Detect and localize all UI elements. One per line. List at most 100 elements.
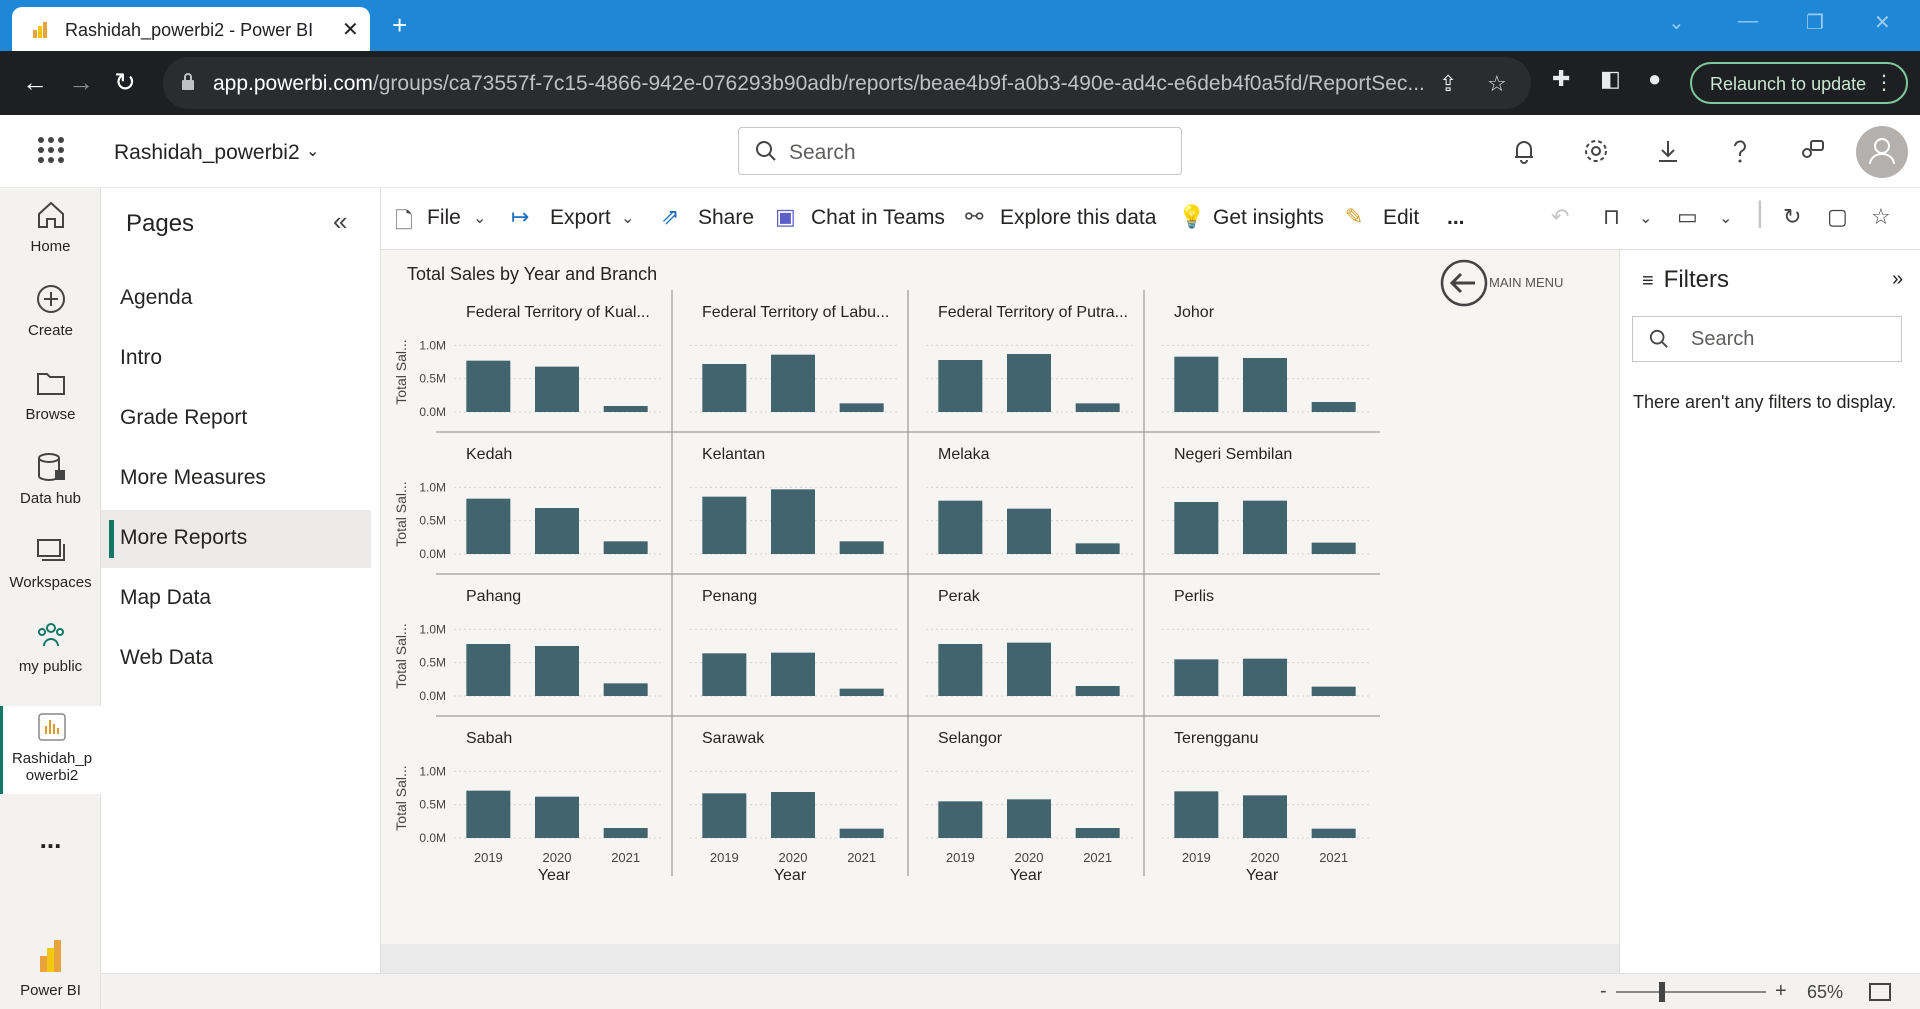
home-icon bbox=[37, 201, 64, 228]
gear-icon[interactable] bbox=[1582, 137, 1610, 165]
fit-to-page-icon[interactable] bbox=[1869, 983, 1891, 1001]
view-icon[interactable]: ▭ bbox=[1677, 204, 1698, 230]
reload-icon[interactable]: ↻ bbox=[114, 67, 136, 98]
collapse-pages-icon[interactable]: « bbox=[333, 206, 347, 237]
profile-icon[interactable]: ● bbox=[1648, 66, 1661, 92]
y-axis-label: Total Sal... bbox=[393, 765, 409, 830]
nav-create[interactable]: Create bbox=[0, 282, 101, 339]
chevron-down-icon[interactable]: ⌄ bbox=[1639, 208, 1652, 228]
share-button[interactable]: Share bbox=[698, 206, 754, 230]
extensions-icon[interactable]: ✚ bbox=[1552, 66, 1570, 92]
plus-circle-icon bbox=[36, 285, 65, 313]
report-canvas: Total Sales by Year and Branch Federal T… bbox=[381, 250, 1619, 973]
nav-my-public[interactable]: my public bbox=[0, 618, 101, 675]
close-tab-icon[interactable]: ✕ bbox=[342, 17, 359, 42]
undo-icon[interactable]: ↶ bbox=[1551, 204, 1569, 230]
restore-icon[interactable]: ❐ bbox=[1806, 10, 1824, 35]
zoom-slider[interactable] bbox=[1616, 991, 1766, 993]
chevron-down-icon[interactable]: ⌄ bbox=[621, 208, 634, 228]
favorite-star-icon[interactable]: ☆ bbox=[1871, 204, 1891, 230]
help-icon[interactable] bbox=[1726, 137, 1754, 165]
file-menu[interactable]: File bbox=[427, 206, 461, 230]
panel-title: Negeri Sembilan bbox=[1174, 446, 1292, 463]
filters-search-input[interactable]: Search bbox=[1632, 316, 1902, 362]
nav-label-current-report: Rashidah_p owerbi2 bbox=[11, 750, 93, 784]
browser-tab[interactable]: Rashidah_powerbi2 - Power BI ✕ bbox=[12, 7, 370, 51]
bar-2020 bbox=[1007, 508, 1051, 554]
bar-2019 bbox=[1174, 356, 1219, 412]
bar-2021 bbox=[1075, 686, 1120, 696]
bar-2020 bbox=[535, 508, 579, 554]
nav-browse[interactable]: Browse bbox=[0, 366, 101, 423]
pages-panel: Pages « Agenda Intro Grade Report More M… bbox=[101, 188, 381, 973]
back-icon[interactable]: ← bbox=[22, 67, 48, 98]
zoom-in-button[interactable]: + bbox=[1775, 980, 1787, 1003]
expand-filters-icon[interactable]: » bbox=[1892, 268, 1903, 291]
bookmark-icon[interactable]: ⊓ bbox=[1603, 204, 1620, 230]
page-item[interactable]: Intro bbox=[101, 330, 371, 388]
x-axis-label: Year bbox=[538, 867, 571, 884]
small-multiples-chart[interactable]: Federal Territory of Kual... 0.0M 0.5M 1.0M… bbox=[381, 250, 1401, 890]
main-menu-label[interactable]: MAIN MENU bbox=[1489, 275, 1563, 290]
more-options-icon[interactable]: ... bbox=[1447, 206, 1465, 230]
file-icon: 🗋 bbox=[395, 208, 413, 233]
chevron-down-icon[interactable]: ⌄ bbox=[306, 141, 319, 161]
x-tick-label: 2021 bbox=[611, 850, 640, 865]
share-page-icon[interactable]: ⇪ bbox=[1439, 71, 1457, 97]
bar-2019 bbox=[702, 653, 747, 696]
powerbi-header: Rashidah_powerbi2 ⌄ Search bbox=[0, 115, 1920, 188]
nav-powerbi-brand[interactable]: Power BI bbox=[0, 936, 101, 999]
bar-2020 bbox=[1007, 799, 1051, 838]
page-item[interactable]: Map Data bbox=[101, 570, 371, 628]
nav-current-report[interactable]: Rashidah_p owerbi2 bbox=[0, 706, 101, 794]
x-tick-label: 2020 bbox=[1015, 850, 1044, 865]
search-input[interactable]: Search bbox=[738, 127, 1182, 175]
nav-workspaces[interactable]: Workspaces bbox=[0, 534, 101, 591]
main-menu-arrow-icon[interactable] bbox=[1439, 258, 1489, 308]
bar-2019 bbox=[938, 360, 983, 412]
side-panel-icon[interactable]: ◧ bbox=[1600, 66, 1621, 92]
address-bar[interactable]: app.powerbi.com/groups/ca73557f-7c15-486… bbox=[163, 57, 1531, 109]
zoom-out-button[interactable]: - bbox=[1600, 980, 1607, 1003]
page-item[interactable]: Grade Report bbox=[101, 390, 371, 448]
chat-in-teams-button[interactable]: Chat in Teams bbox=[811, 206, 945, 230]
bar-2020 bbox=[535, 796, 579, 838]
zoom-slider-thumb[interactable] bbox=[1659, 982, 1665, 1002]
feedback-icon[interactable] bbox=[1798, 137, 1826, 165]
get-insights-button[interactable]: Get insights bbox=[1213, 206, 1324, 230]
workspace-name[interactable]: Rashidah_powerbi2 bbox=[114, 141, 300, 165]
page-item[interactable]: More Measures bbox=[101, 450, 371, 508]
forward-icon[interactable]: → bbox=[68, 67, 94, 98]
tab-search-icon[interactable]: ⌄ bbox=[1668, 10, 1685, 35]
avatar[interactable] bbox=[1856, 126, 1908, 178]
relaunch-button[interactable]: Relaunch to update ⋮ bbox=[1690, 62, 1908, 104]
app-launcher-icon[interactable] bbox=[38, 137, 64, 163]
edit-button[interactable]: Edit bbox=[1383, 206, 1419, 230]
chevron-down-icon[interactable]: ⌄ bbox=[473, 208, 486, 228]
close-window-icon[interactable]: ✕ bbox=[1874, 10, 1891, 35]
new-tab-icon[interactable]: + bbox=[392, 10, 407, 41]
nav-label-create: Create bbox=[27, 322, 74, 339]
bar-2020 bbox=[771, 354, 815, 412]
explore-data-button[interactable]: Explore this data bbox=[1000, 206, 1156, 230]
more-icon[interactable]: ... bbox=[0, 824, 101, 855]
nav-data-hub[interactable]: Data hub bbox=[0, 450, 101, 507]
bookmark-star-icon[interactable]: ☆ bbox=[1487, 71, 1507, 97]
bar-2020 bbox=[1243, 500, 1287, 554]
page-item-active[interactable]: More Reports bbox=[101, 510, 371, 568]
y-axis-label: Total Sal... bbox=[393, 339, 409, 404]
download-icon[interactable] bbox=[1654, 137, 1682, 165]
bar-2020 bbox=[771, 652, 815, 696]
browser-menu-icon[interactable]: ⋮ bbox=[1874, 70, 1894, 95]
nav-home[interactable]: Home bbox=[0, 198, 101, 255]
bell-icon[interactable] bbox=[1510, 137, 1538, 165]
page-item[interactable]: Web Data bbox=[101, 630, 371, 688]
y-tick-label: 0.0M bbox=[419, 547, 446, 561]
bar-2020 bbox=[1243, 358, 1287, 412]
export-menu[interactable]: Export bbox=[550, 206, 611, 230]
minimize-icon[interactable]: — bbox=[1738, 10, 1758, 33]
chevron-down-icon[interactable]: ⌄ bbox=[1719, 208, 1732, 228]
page-item[interactable]: Agenda bbox=[101, 270, 371, 328]
comment-icon[interactable]: ▢ bbox=[1827, 204, 1848, 230]
refresh-icon[interactable]: ↻ bbox=[1783, 204, 1801, 230]
